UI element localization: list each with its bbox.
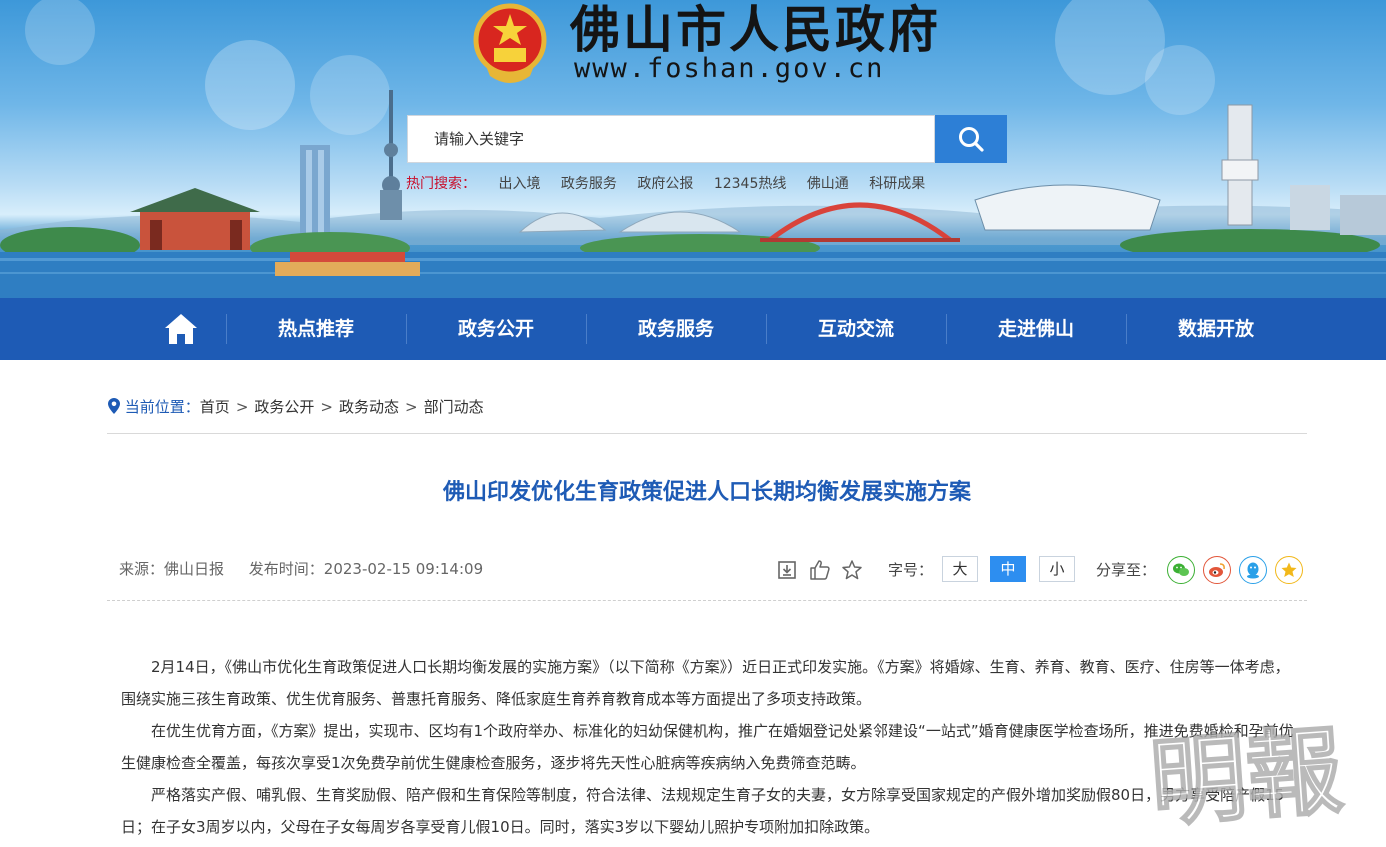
share-weibo-button[interactable] xyxy=(1203,556,1231,584)
thumbs-up-icon xyxy=(810,560,830,580)
header-banner: 佛山市人民政府 www.foshan.gov.cn 热门搜索： 出入境 政务服务… xyxy=(0,0,1386,298)
article-publish-time: 发布时间：2023-02-15 09:14:09 xyxy=(248,560,484,578)
article-body: 2月14日，《佛山市优化生育政策促进人口长期均衡发展的实施方案》（以下简称《方案… xyxy=(121,651,1299,843)
print-icon xyxy=(778,561,796,579)
hot-search-item[interactable]: 政府公报 xyxy=(637,176,693,192)
home-icon xyxy=(165,314,197,344)
breadcrumb-separator: > xyxy=(320,398,333,416)
breadcrumb-label: 当前位置： xyxy=(124,398,200,416)
article-source: 来源：佛山日报 xyxy=(119,560,225,578)
weibo-icon xyxy=(1209,563,1225,577)
breadcrumb-separator: > xyxy=(235,398,249,416)
national-emblem-icon xyxy=(473,3,547,83)
breadcrumb-item[interactable]: 政务公开 xyxy=(254,398,314,416)
search-input[interactable] xyxy=(432,116,936,162)
article-meta: 来源：佛山日报 发布时间：2023-02-15 09:14:09 xyxy=(119,559,503,579)
article-paragraph: 严格落实产假、哺乳假、生育奖励假、陪产假和生育保险等制度，符合法律、法规规定生育… xyxy=(121,786,1285,836)
font-size-label: 字号： xyxy=(888,561,934,579)
nav-item-open-data[interactable]: 数据开放 xyxy=(1126,298,1306,360)
article-title: 佛山印发优化生育政策促进人口长期均衡发展实施方案 xyxy=(442,480,971,505)
print-button[interactable] xyxy=(775,556,799,584)
share-wechat-button[interactable] xyxy=(1167,556,1195,584)
hot-search-label: 热门搜索： xyxy=(406,176,476,192)
search-button[interactable] xyxy=(935,115,1007,163)
font-size-large-button[interactable]: 大 xyxy=(942,556,978,582)
article-paragraph: 在优生优育方面，《方案》提出，实现市、区均有1个政府举办、标准化的妇幼保健机构，… xyxy=(121,722,1294,772)
share-qzone-button[interactable] xyxy=(1275,556,1303,584)
nav-item-hot[interactable]: 热点推荐 xyxy=(226,298,406,360)
main-nav: 热点推荐 政务公开 政务服务 互动交流 走进佛山 数据开放 xyxy=(0,298,1386,360)
font-size-small-button[interactable]: 小 xyxy=(1039,556,1075,582)
site-url: www.foshan.gov.cn xyxy=(574,53,885,84)
nav-item-about-foshan[interactable]: 走进佛山 xyxy=(946,298,1126,360)
location-pin-icon xyxy=(108,398,120,414)
favorite-button[interactable] xyxy=(840,556,864,584)
breadcrumb: 当前位置：首页 > 政务公开 > 政务动态 > 部门动态 xyxy=(108,397,484,417)
nav-item-gov-services[interactable]: 政务服务 xyxy=(586,298,766,360)
hot-search-item[interactable]: 科研成果 xyxy=(869,176,925,192)
divider-dashed xyxy=(107,600,1307,601)
qzone-star-icon xyxy=(1281,562,1297,577)
search-box xyxy=(407,115,936,163)
divider xyxy=(107,433,1307,434)
font-size-medium-button[interactable]: 中 xyxy=(990,556,1026,582)
wechat-icon xyxy=(1173,563,1189,576)
hot-search-item[interactable]: 出入境 xyxy=(498,176,540,192)
article-paragraph: 2月14日，《佛山市优化生育政策促进人口长期均衡发展的实施方案》（以下简称《方案… xyxy=(121,658,1290,708)
hot-search-item[interactable]: 佛山通 xyxy=(807,176,849,192)
breadcrumb-item[interactable]: 政务动态 xyxy=(339,398,399,416)
nav-item-interaction[interactable]: 互动交流 xyxy=(766,298,946,360)
search-icon xyxy=(959,127,984,152)
breadcrumb-item[interactable]: 部门动态 xyxy=(424,398,484,416)
nav-home-button[interactable] xyxy=(136,298,226,360)
nav-item-gov-affairs[interactable]: 政务公开 xyxy=(406,298,586,360)
hot-search-item[interactable]: 政务服务 xyxy=(561,176,617,192)
site-title: 佛山市人民政府 xyxy=(570,0,941,59)
star-icon xyxy=(842,560,862,580)
breadcrumb-item[interactable]: 首页 xyxy=(200,398,230,416)
hot-search-item[interactable]: 12345热线 xyxy=(714,176,787,192)
share-label: 分享至： xyxy=(1096,561,1157,579)
breadcrumb-separator: > xyxy=(405,398,418,416)
qq-icon xyxy=(1247,562,1259,579)
share-qq-button[interactable] xyxy=(1239,556,1267,584)
like-button[interactable] xyxy=(808,556,832,584)
hot-search-bar: 热门搜索： 出入境 政务服务 政府公报 12345热线 佛山通 科研成果 xyxy=(406,174,933,194)
